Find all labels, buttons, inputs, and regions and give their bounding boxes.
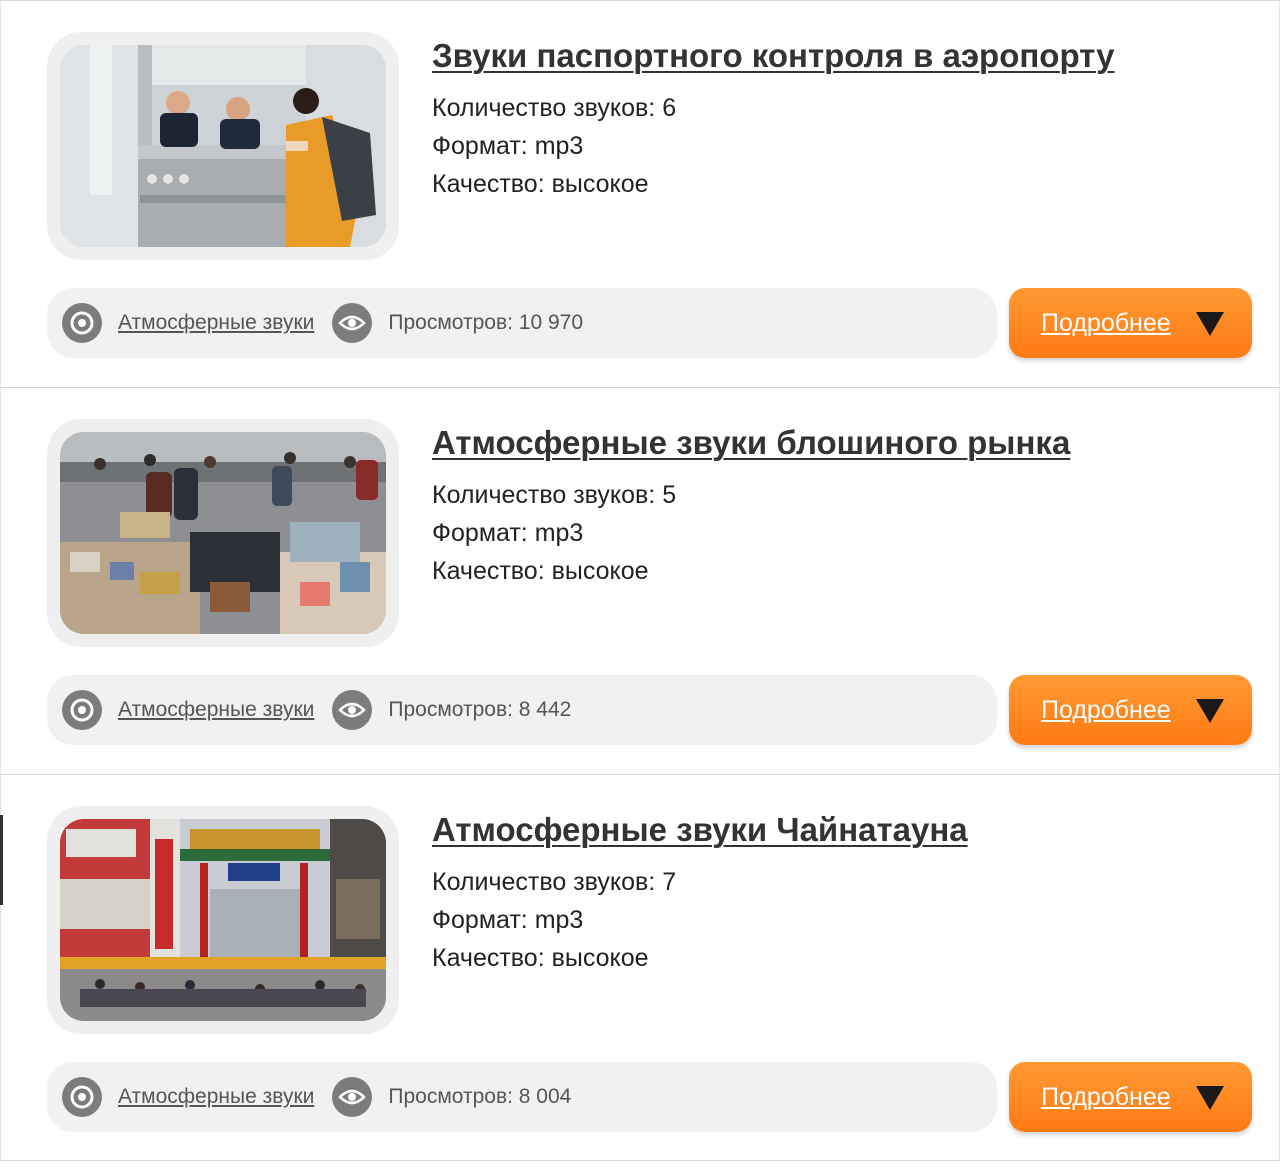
window-edge-marker <box>0 815 3 905</box>
dropdown-arrow-icon <box>1196 312 1224 336</box>
photo-illustration <box>60 819 386 1021</box>
dropdown-arrow-icon <box>1196 699 1224 723</box>
thumbnail-frame[interactable] <box>47 806 399 1034</box>
info-bar: Атмосферные звуки Просмотров: 8 442 <box>47 675 997 745</box>
sound-card: Атмосферные звуки блошиного рынка Количе… <box>0 387 1280 774</box>
category-link[interactable]: Атмосферные звуки <box>118 698 314 722</box>
sound-title-link[interactable]: Звуки паспортного контроля в аэропорту <box>432 37 1115 75</box>
sound-title-link[interactable]: Атмосферные звуки Чайнатауна <box>432 811 968 849</box>
sound-quality: Качество: высокое <box>432 170 649 198</box>
sound-meta: Количество звуков: 6 Формат: mp3 Качеств… <box>432 89 676 203</box>
sound-format: Формат: mp3 <box>432 519 584 547</box>
photo-illustration <box>60 432 386 634</box>
views-count: Просмотров: 8 442 <box>388 698 572 721</box>
sound-format: Формат: mp3 <box>432 906 584 934</box>
eye-icon <box>332 303 373 343</box>
more-button-label: Подробнее <box>1041 1082 1171 1111</box>
sound-format: Формат: mp3 <box>432 132 584 160</box>
sound-count: Количество звуков: 7 <box>432 868 677 896</box>
sound-quality: Качество: высокое <box>432 557 649 585</box>
sound-list: Звуки паспортного контроля в аэропорту К… <box>0 0 1280 1161</box>
sound-meta: Количество звуков: 7 Формат: mp3 Качеств… <box>432 863 676 977</box>
info-bar: Атмосферные звуки Просмотров: 8 004 <box>47 1062 997 1132</box>
sound-count: Количество звуков: 6 <box>432 94 677 122</box>
target-icon <box>62 1077 102 1117</box>
more-button-label: Подробнее <box>1041 695 1171 724</box>
chinatown-gate-photo[interactable] <box>60 819 386 1021</box>
target-icon <box>62 303 102 343</box>
sound-card: Атмосферные звуки Чайнатауна Количество … <box>0 774 1280 1161</box>
target-icon <box>62 690 102 730</box>
airport-passport-control-photo[interactable] <box>60 45 386 247</box>
photo-illustration <box>60 45 386 247</box>
views-count: Просмотров: 8 004 <box>388 1085 572 1108</box>
flea-market-photo[interactable] <box>60 432 386 634</box>
category-link[interactable]: Атмосферные звуки <box>118 1085 314 1109</box>
views-count: Просмотров: 10 970 <box>388 311 584 334</box>
thumbnail-frame[interactable] <box>47 419 399 647</box>
more-button-label: Подробнее <box>1041 308 1171 337</box>
category-link[interactable]: Атмосферные звуки <box>118 311 314 335</box>
sound-card: Звуки паспортного контроля в аэропорту К… <box>0 0 1280 387</box>
sound-meta: Количество звуков: 5 Формат: mp3 Качеств… <box>432 476 676 590</box>
more-button[interactable]: Подробнее <box>1009 675 1252 745</box>
more-button[interactable]: Подробнее <box>1009 1062 1252 1132</box>
sound-quality: Качество: высокое <box>432 944 649 972</box>
eye-icon <box>332 1077 373 1117</box>
eye-icon <box>332 690 373 730</box>
thumbnail-frame[interactable] <box>47 32 399 260</box>
dropdown-arrow-icon <box>1196 1086 1224 1110</box>
info-bar: Атмосферные звуки Просмотров: 10 970 <box>47 288 997 358</box>
sound-count: Количество звуков: 5 <box>432 481 677 509</box>
more-button[interactable]: Подробнее <box>1009 288 1252 358</box>
sound-title-link[interactable]: Атмосферные звуки блошиного рынка <box>432 424 1070 462</box>
